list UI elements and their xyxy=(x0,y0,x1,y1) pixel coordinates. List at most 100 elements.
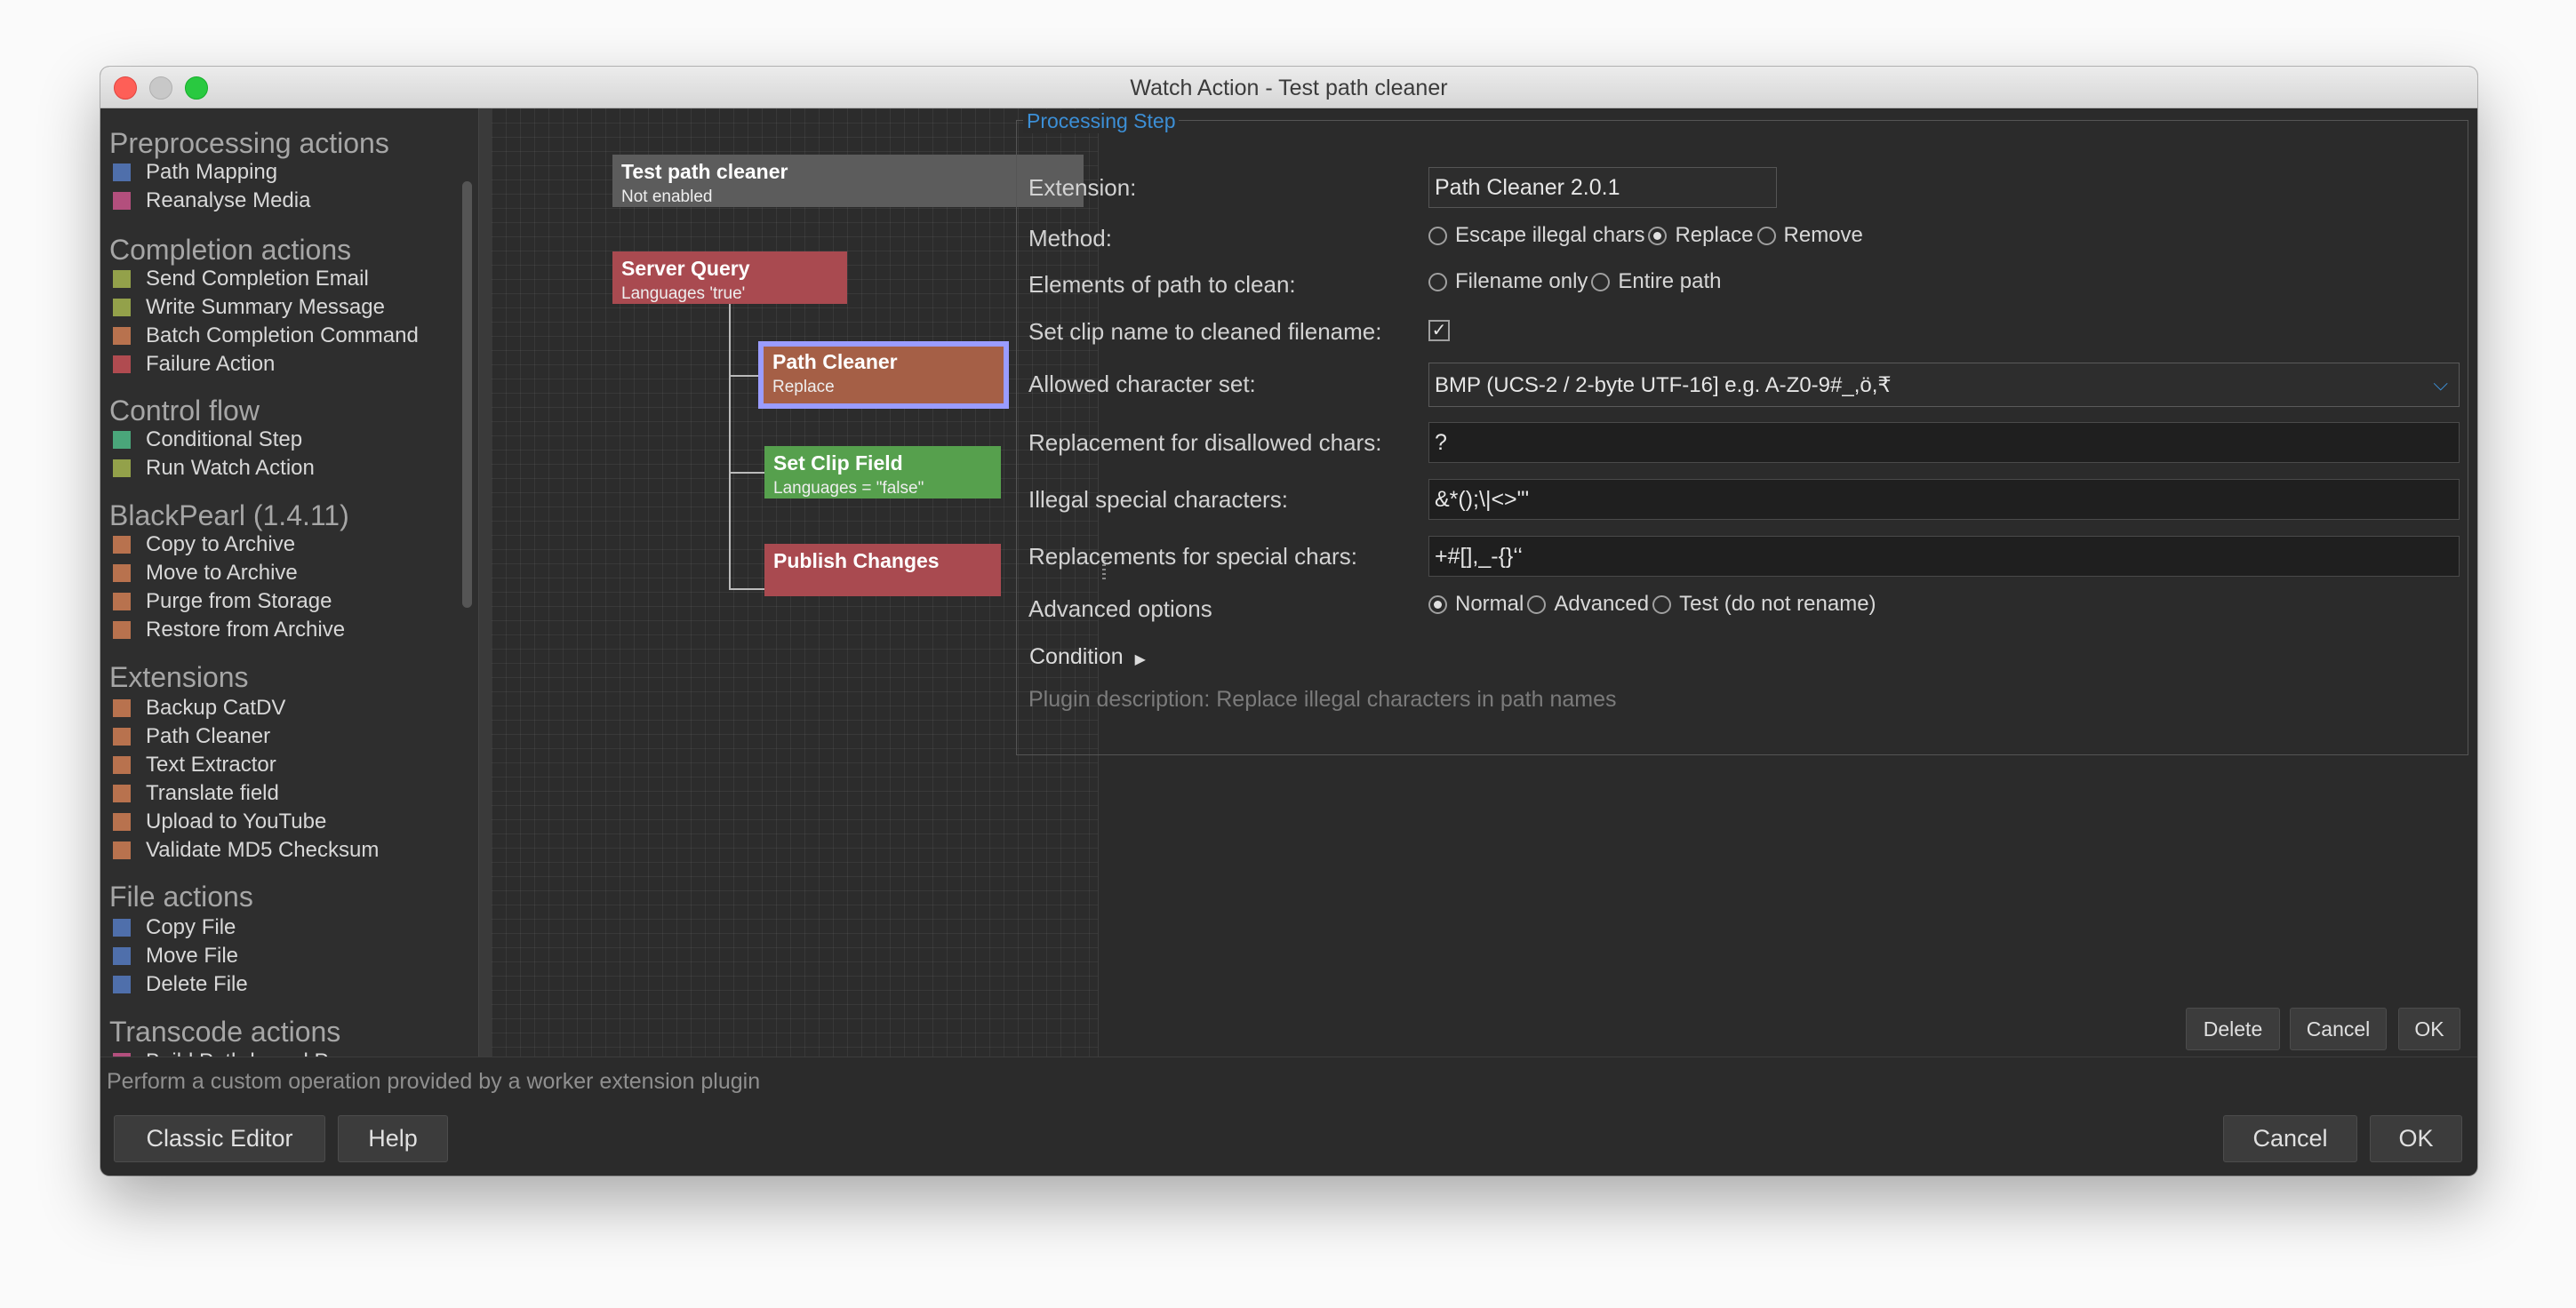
swatch-icon xyxy=(113,947,131,965)
swatch-icon xyxy=(113,564,131,582)
cancel-step-button[interactable]: Cancel xyxy=(2290,1008,2387,1050)
swatch-icon xyxy=(113,327,131,345)
node-path-cleaner-selected[interactable]: Path Cleaner Replace xyxy=(758,341,1009,409)
swatch-icon xyxy=(113,976,131,993)
palette-item-purge-from-storage[interactable]: Purge from Storage xyxy=(113,588,332,615)
method-replace-option[interactable]: Replace xyxy=(1648,223,1754,248)
palette-item-move-file[interactable]: Move File xyxy=(113,943,238,969)
palette-item-send-completion-email[interactable]: Send Completion Email xyxy=(113,266,369,292)
connector-to-set-clip-field xyxy=(729,472,764,474)
illegal-chars-label: Illegal special characters: xyxy=(1028,486,1288,513)
swatch-icon xyxy=(113,192,131,210)
section-file-actions: File actions xyxy=(109,881,253,913)
advanced-normal-option[interactable]: Normal xyxy=(1428,592,1524,617)
allowed-charset-select[interactable]: BMP (UCS-2 / 2-byte UTF-16] e.g. A-Z0-9#… xyxy=(1428,363,2460,407)
swatch-icon xyxy=(113,355,131,373)
set-clip-name-label: Set clip name to cleaned filename: xyxy=(1028,318,1382,345)
swatch-icon xyxy=(113,841,131,859)
node-server-query[interactable]: Server Query Languages 'true' xyxy=(612,251,847,304)
elements-filename-only-option[interactable]: Filename only xyxy=(1428,269,1588,294)
illegal-chars-field[interactable]: &*();\|<>"' xyxy=(1428,479,2460,520)
special-replacements-field[interactable]: +#[],_-{}‘‘ xyxy=(1428,536,2460,577)
section-completion: Completion actions xyxy=(109,234,352,266)
advanced-test-option[interactable]: Test (do not rename) xyxy=(1652,592,1876,617)
extension-field[interactable]: Path Cleaner 2.0.1 xyxy=(1428,167,1777,208)
swatch-icon xyxy=(113,593,131,610)
extension-label: Extension: xyxy=(1028,174,1137,201)
ok-step-button[interactable]: OK xyxy=(2398,1008,2460,1050)
method-label: Method: xyxy=(1028,225,1112,251)
advanced-radio-group: Normal Advanced Test (do not rename) xyxy=(1428,592,1880,617)
section-blackpearl: BlackPearl (1.4.11) xyxy=(109,499,349,531)
section-control-flow: Control flow xyxy=(109,395,260,427)
action-palette-sidebar: Preprocessing actions Path Mapping Reana… xyxy=(100,108,478,1057)
chevron-down-icon: ⌵ xyxy=(2433,372,2448,395)
sidebar-scrollbar[interactable] xyxy=(462,181,472,608)
node-test-path-cleaner[interactable]: Test path cleaner Not enabled xyxy=(612,155,1084,207)
method-remove-option[interactable]: Remove xyxy=(1756,223,1863,248)
plugin-description: Plugin description: Replace illegal char… xyxy=(1028,687,1617,712)
elements-label: Elements of path to clean: xyxy=(1028,271,1296,298)
palette-item-write-summary-message[interactable]: Write Summary Message xyxy=(113,294,385,321)
palette-item-batch-completion-command[interactable]: Batch Completion Command xyxy=(113,323,419,349)
palette-item-delete-file[interactable]: Delete File xyxy=(113,971,248,998)
sidebar-separator xyxy=(478,108,492,1057)
set-clip-name-checkbox[interactable]: ✓ xyxy=(1428,320,1450,341)
swatch-icon xyxy=(113,536,131,554)
watch-action-window: Watch Action - Test path cleaner Preproc… xyxy=(100,67,2477,1176)
title-bar: Watch Action - Test path cleaner xyxy=(100,67,2477,108)
swatch-icon xyxy=(113,785,131,802)
window-title: Watch Action - Test path cleaner xyxy=(1130,76,1448,100)
swatch-icon xyxy=(113,164,131,181)
replacement-label: Replacement for disallowed chars: xyxy=(1028,429,1382,456)
radio-selected-icon xyxy=(1648,226,1668,245)
elements-entire-path-option[interactable]: Entire path xyxy=(1591,269,1721,294)
allowed-charset-label: Allowed character set: xyxy=(1028,371,1256,397)
palette-item-validate-md5-checksum[interactable]: Validate MD5 Checksum xyxy=(113,837,379,864)
palette-item-text-extractor[interactable]: Text Extractor xyxy=(113,752,276,778)
advanced-advanced-option[interactable]: Advanced xyxy=(1527,592,1649,617)
node-set-clip-field[interactable]: Set Clip Field Languages = "false" xyxy=(764,446,1001,498)
palette-item-run-watch-action[interactable]: Run Watch Action xyxy=(113,455,315,482)
ok-button[interactable]: OK xyxy=(2370,1115,2462,1162)
special-replacements-label: Replacements for special chars: xyxy=(1028,543,1357,570)
palette-item-translate-field[interactable]: Translate field xyxy=(113,780,279,807)
palette-item-path-cleaner[interactable]: Path Cleaner xyxy=(113,723,270,750)
section-transcode-actions: Transcode actions xyxy=(109,1016,341,1048)
delete-step-button[interactable]: Delete xyxy=(2186,1008,2280,1050)
palette-item-path-mapping[interactable]: Path Mapping xyxy=(113,159,277,186)
palette-item-failure-action[interactable]: Failure Action xyxy=(113,351,275,378)
radio-icon xyxy=(1591,272,1611,291)
processing-step-legend: Processing Step xyxy=(1023,109,1180,133)
classic-editor-button[interactable]: Classic Editor xyxy=(114,1115,325,1162)
radio-icon xyxy=(1527,594,1547,614)
swatch-icon xyxy=(113,621,131,639)
palette-item-restore-from-archive[interactable]: Restore from Archive xyxy=(113,617,345,643)
cancel-button[interactable]: Cancel xyxy=(2223,1115,2357,1162)
triangle-right-icon: ▶ xyxy=(1134,652,1146,667)
swatch-icon xyxy=(113,728,131,746)
palette-item-move-to-archive[interactable]: Move to Archive xyxy=(113,560,298,586)
condition-toggle[interactable]: Condition ▶ xyxy=(1029,644,1146,670)
radio-icon xyxy=(1428,226,1447,245)
palette-item-copy-to-archive[interactable]: Copy to Archive xyxy=(113,531,295,558)
swatch-icon xyxy=(113,299,131,316)
section-preprocessing: Preprocessing actions xyxy=(109,127,389,159)
palette-item-upload-to-youtube[interactable]: Upload to YouTube xyxy=(113,809,326,835)
radio-selected-icon xyxy=(1428,594,1447,614)
method-escape-option[interactable]: Escape illegal chars xyxy=(1428,223,1644,248)
node-publish-changes[interactable]: Publish Changes xyxy=(764,544,1001,596)
help-button[interactable]: Help xyxy=(338,1115,448,1162)
replacement-field[interactable]: ? xyxy=(1428,422,2460,463)
swatch-icon xyxy=(113,431,131,449)
palette-item-copy-file[interactable]: Copy File xyxy=(113,914,236,941)
swatch-icon xyxy=(113,270,131,288)
radio-icon xyxy=(1756,226,1776,245)
palette-item-conditional-step[interactable]: Conditional Step xyxy=(113,427,302,453)
connector-to-publish-changes xyxy=(729,588,764,590)
workflow-canvas[interactable]: Test path cleaner Not enabled Server Que… xyxy=(492,108,1098,1057)
palette-item-backup-catdv[interactable]: Backup CatDV xyxy=(113,695,285,722)
palette-item-reanalyse-media[interactable]: Reanalyse Media xyxy=(113,187,310,214)
radio-icon xyxy=(1652,594,1672,614)
swatch-icon xyxy=(113,699,131,717)
